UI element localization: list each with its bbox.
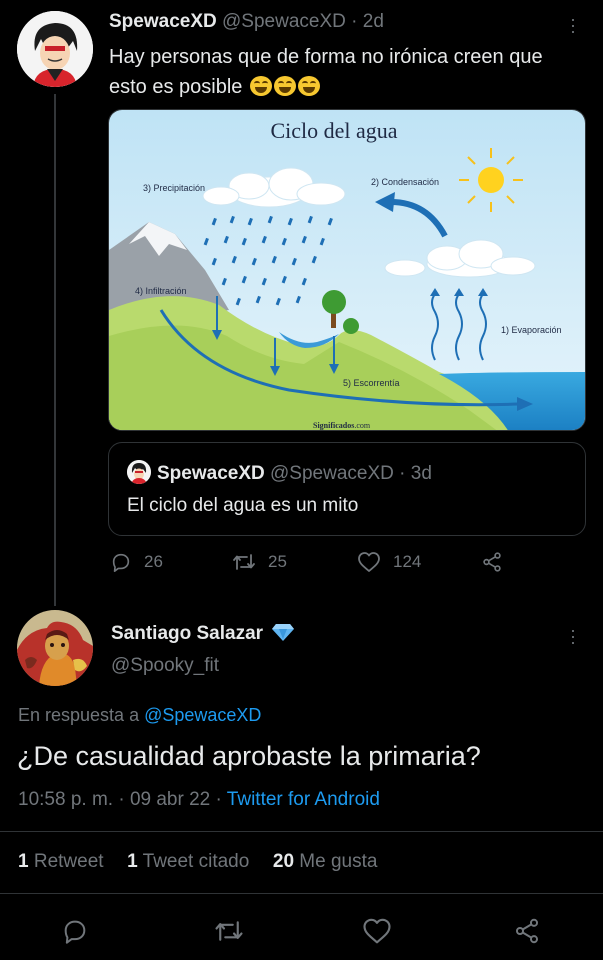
reply-author-avatar[interactable] [17,610,93,686]
quoted-tweet[interactable]: SpewaceXD @SpewaceXD · 3d El ciclo del a… [108,442,586,536]
like-count: 124 [393,552,422,571]
meta-separator-2: · [215,789,222,810]
quoted-author-handle: @SpewaceXD [270,463,394,484]
like-button[interactable]: 124 [357,551,421,573]
quoted-author-name: SpewaceXD [157,463,265,484]
reply-date[interactable]: 09 abr 22 [130,789,210,810]
painted-avatar-image [17,610,93,686]
retweets-stat-count: 1 [18,851,29,872]
laughing-cat-emoji-icon [273,76,296,96]
reply-author-name[interactable]: Santiago Salazar [111,623,263,644]
reply-more-options-icon[interactable]: · · · [570,621,576,651]
reply-time[interactable]: 10:58 p. m. [18,789,113,810]
likes-stat-label: Me gusta [299,851,378,872]
divider [0,831,603,832]
author-avatar[interactable] [17,11,93,87]
author-handle[interactable]: @SpewaceXD [222,11,346,32]
retweet-icon [233,554,255,570]
quotes-stat[interactable]: 1 Tweet citado [127,851,249,872]
tweet-action-bar: 26 25 124 [110,551,530,579]
tweet-text: Hay personas que de forma no irónica cre… [109,42,569,102]
in-reply-to: En respuesta a @SpewaceXD [18,705,261,726]
verified-diamond-icon [272,624,295,641]
laughing-cat-emoji-icon [297,76,320,96]
image-credit: Significados.com [313,421,371,430]
retweet-button[interactable]: 25 [232,551,287,573]
heart-icon [358,552,380,572]
likes-stat[interactable]: 20 Me gusta [273,851,378,872]
more-options-icon[interactable]: · · · [570,10,576,40]
tweet-age[interactable]: 2d [363,11,384,32]
quoted-tweet-text: El ciclo del agua es un mito [127,495,359,516]
reply-author-name-row: Santiago Salazar [111,622,295,645]
retweets-stat[interactable]: 1 Retweet [18,851,104,872]
retweet-count: 25 [268,552,287,571]
reply-icon[interactable] [61,917,89,945]
label-runoff: 5) Escorrentía [343,378,400,388]
water-cycle-diagram: Ciclo del agua 3) Precipitación 2) Conde… [109,110,585,430]
divider [0,893,603,894]
heart-icon[interactable] [362,917,392,945]
tweet-header: SpewaceXD @SpewaceXD · 2d [109,11,384,33]
share-icon [483,552,501,572]
label-infiltration: 4) Infiltración [135,286,187,296]
label-precipitation: 3) Precipitación [143,183,205,193]
cartoon-avatar-image [17,11,93,87]
reply-client[interactable]: Twitter for Android [227,789,380,810]
label-condensation: 2) Condensación [371,177,439,187]
quotes-stat-label: Tweet citado [142,851,250,872]
share-icon[interactable] [513,917,541,945]
tweet-text-body: Hay personas que de forma no irónica cre… [109,46,543,98]
reply-text: ¿De casualidad aprobaste la primaria? [17,741,481,771]
thread-line [54,94,56,606]
quoted-author-avatar [127,460,151,484]
diagram-title: Ciclo del agua [270,118,397,143]
reply-action-bar [0,912,603,948]
likes-stat-count: 20 [272,851,295,872]
header-separator: · [351,11,358,32]
label-evaporation: 1) Evaporación [501,325,562,335]
reply-button[interactable]: 26 [110,551,163,573]
reply-count: 26 [144,552,163,571]
retweet-icon[interactable] [214,917,244,945]
quotes-stat-count: 1 [127,851,138,872]
meta-separator-1: · [118,789,125,810]
sun-icon [459,148,523,212]
quoted-tweet-header: SpewaceXD @SpewaceXD · 3d [127,460,432,485]
in-reply-prefix: En respuesta a [18,705,140,725]
quoted-tweet-age: 3d [410,463,432,484]
in-reply-to-link[interactable]: @SpewaceXD [144,705,261,725]
engagement-stats: 1 Retweet 1 Tweet citado 20 Me gusta [18,851,377,873]
reply-author-handle[interactable]: @Spooky_fit [111,655,219,677]
reply-icon [112,553,130,572]
author-name[interactable]: SpewaceXD [109,11,217,32]
tweet-media-image[interactable]: Ciclo del agua 3) Precipitación 2) Conde… [108,109,586,431]
share-button[interactable] [481,551,503,573]
reply-meta: 10:58 p. m. · 09 abr 22 · Twitter for An… [18,789,380,811]
laughing-cat-emoji-icon [249,76,272,96]
quoted-separator: · [399,463,406,484]
retweets-stat-label: Retweet [33,851,104,872]
